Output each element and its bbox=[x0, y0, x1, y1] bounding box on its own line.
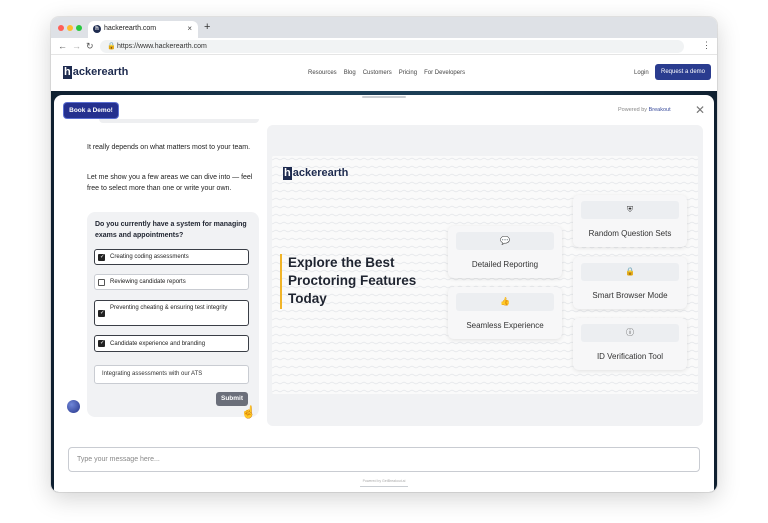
browser-window: h hackerearth.com × + ← → ↻ 🔒 https://ww… bbox=[51, 17, 717, 492]
back-icon[interactable]: ← bbox=[58, 41, 67, 52]
logo-wordmark: ackerearth bbox=[292, 167, 349, 179]
tab-strip: h hackerearth.com × + bbox=[51, 17, 717, 38]
site-logo[interactable]: h ackerearth bbox=[63, 66, 128, 79]
thumbs-up-icon: 👍 bbox=[456, 293, 554, 311]
site-header: h ackerearth Resources Blog Customers Pri… bbox=[51, 55, 717, 91]
drag-handle[interactable] bbox=[362, 96, 406, 98]
nav-link-for-developers[interactable]: For Developers bbox=[424, 69, 465, 77]
feature-label: Smart Browser Mode bbox=[592, 291, 668, 300]
checkbox-checked-icon[interactable] bbox=[98, 254, 105, 261]
bot-avatar bbox=[67, 400, 80, 413]
tab-close-icon[interactable]: × bbox=[187, 24, 192, 34]
info-icon: ⓘ bbox=[581, 324, 679, 342]
feature-slide: h ackerearth Explore the Best Proctoring … bbox=[272, 156, 698, 394]
option-checkbox[interactable]: Candidate experience and branding bbox=[94, 335, 249, 352]
option-checkbox[interactable]: Reviewing candidate reports bbox=[94, 274, 249, 290]
feature-card: 👍 Seamless Experience bbox=[448, 287, 562, 339]
chat-icon: 💬 bbox=[456, 232, 554, 250]
feature-card: 💬 Detailed Reporting bbox=[448, 226, 562, 278]
reload-icon[interactable]: ↻ bbox=[86, 41, 94, 52]
checkbox-checked-icon[interactable] bbox=[98, 310, 105, 317]
close-window-icon[interactable] bbox=[58, 25, 64, 31]
preview-panel: h ackerearth Explore the Best Proctoring … bbox=[267, 125, 703, 426]
nav-link-blog[interactable]: Blog bbox=[344, 69, 356, 77]
browser-toolbar: ← → ↻ 🔒 https://www.hackerearth.com ⋮ bbox=[51, 38, 717, 55]
browser-menu-icon[interactable]: ⋮ bbox=[702, 40, 711, 51]
slide-logo: h ackerearth bbox=[283, 167, 348, 180]
checkbox-checked-icon[interactable] bbox=[98, 340, 105, 347]
url-text[interactable]: https://www.hackerearth.com bbox=[117, 42, 207, 51]
option-label: Candidate experience and branding bbox=[110, 341, 206, 347]
new-tab-button[interactable]: + bbox=[204, 21, 210, 33]
question-title: Do you currently have a system for manag… bbox=[95, 221, 247, 239]
lock-icon: 🔒 bbox=[107, 43, 116, 50]
feature-card: ⛨ Random Question Sets bbox=[573, 195, 687, 247]
logo-mark: h bbox=[283, 167, 292, 180]
custom-answer-field[interactable]: Integrating assessments with our ATS bbox=[94, 365, 249, 384]
forward-icon[interactable]: → bbox=[72, 41, 81, 52]
feature-card: 🔒 Smart Browser Mode bbox=[573, 257, 687, 309]
previous-message-bubble bbox=[99, 119, 259, 123]
logo-mark: h bbox=[63, 66, 72, 79]
question-card: Do you currently have a system for manag… bbox=[87, 212, 259, 417]
message-input[interactable]: Type your message here... bbox=[68, 447, 700, 472]
feature-label: Detailed Reporting bbox=[471, 260, 539, 269]
browser-tab[interactable]: h hackerearth.com × bbox=[88, 21, 198, 38]
tab-title: hackerearth.com bbox=[104, 25, 157, 32]
login-link[interactable]: Login bbox=[634, 69, 649, 77]
option-checkbox[interactable]: Preventing cheating & ensuring test inte… bbox=[94, 300, 249, 326]
footer-note: Powered by GetBreakout.ai bbox=[362, 479, 406, 483]
shield-icon: ⛨ bbox=[581, 201, 679, 219]
slide-headline: Explore the Best Proctoring Features Tod… bbox=[280, 254, 430, 309]
feature-label: Seamless Experience bbox=[466, 321, 544, 330]
nav-link-resources[interactable]: Resources bbox=[308, 69, 337, 77]
option-label: Creating coding assessments bbox=[110, 254, 189, 260]
lock-icon: 🔒 bbox=[581, 263, 679, 281]
address-bar[interactable]: 🔒 https://www.hackerearth.com bbox=[100, 40, 684, 53]
powered-prefix: Powered by bbox=[618, 107, 648, 113]
site-nav: Resources Blog Customers Pricing For Dev… bbox=[308, 69, 465, 77]
request-demo-button[interactable]: Request a demo bbox=[655, 64, 711, 80]
feature-card: ⓘ ID Verification Tool bbox=[573, 318, 687, 370]
pointer-cursor-icon: ☝ bbox=[241, 405, 256, 419]
powered-by: Powered by Breakout bbox=[618, 107, 671, 114]
book-demo-button[interactable]: Book a Demo! bbox=[64, 103, 118, 118]
maximize-window-icon[interactable] bbox=[76, 25, 82, 31]
nav-link-pricing[interactable]: Pricing bbox=[399, 69, 417, 77]
feature-label: ID Verification Tool bbox=[596, 352, 664, 361]
minimize-window-icon[interactable] bbox=[67, 25, 73, 31]
checkbox-unchecked-icon[interactable] bbox=[98, 279, 105, 286]
close-icon[interactable]: ✕ bbox=[695, 103, 705, 117]
divider bbox=[360, 486, 408, 487]
favicon-icon: h bbox=[93, 25, 101, 33]
option-checkbox[interactable]: Creating coding assessments bbox=[94, 249, 249, 265]
option-label: Reviewing candidate reports bbox=[110, 279, 186, 285]
bot-message: Let me show you a few areas we can dive … bbox=[87, 174, 253, 192]
bot-message: It really depends on what matters most t… bbox=[87, 144, 251, 151]
option-label: Preventing cheating & ensuring test inte… bbox=[110, 305, 228, 311]
chat-modal: Book a Demo! Powered by Breakout ✕ It re… bbox=[54, 95, 714, 492]
feature-label: Random Question Sets bbox=[588, 229, 672, 238]
nav-link-customers[interactable]: Customers bbox=[363, 69, 392, 77]
submit-button[interactable]: Submit bbox=[216, 392, 248, 406]
logo-wordmark: ackerearth bbox=[72, 66, 129, 78]
powered-brand[interactable]: Breakout bbox=[649, 107, 671, 113]
